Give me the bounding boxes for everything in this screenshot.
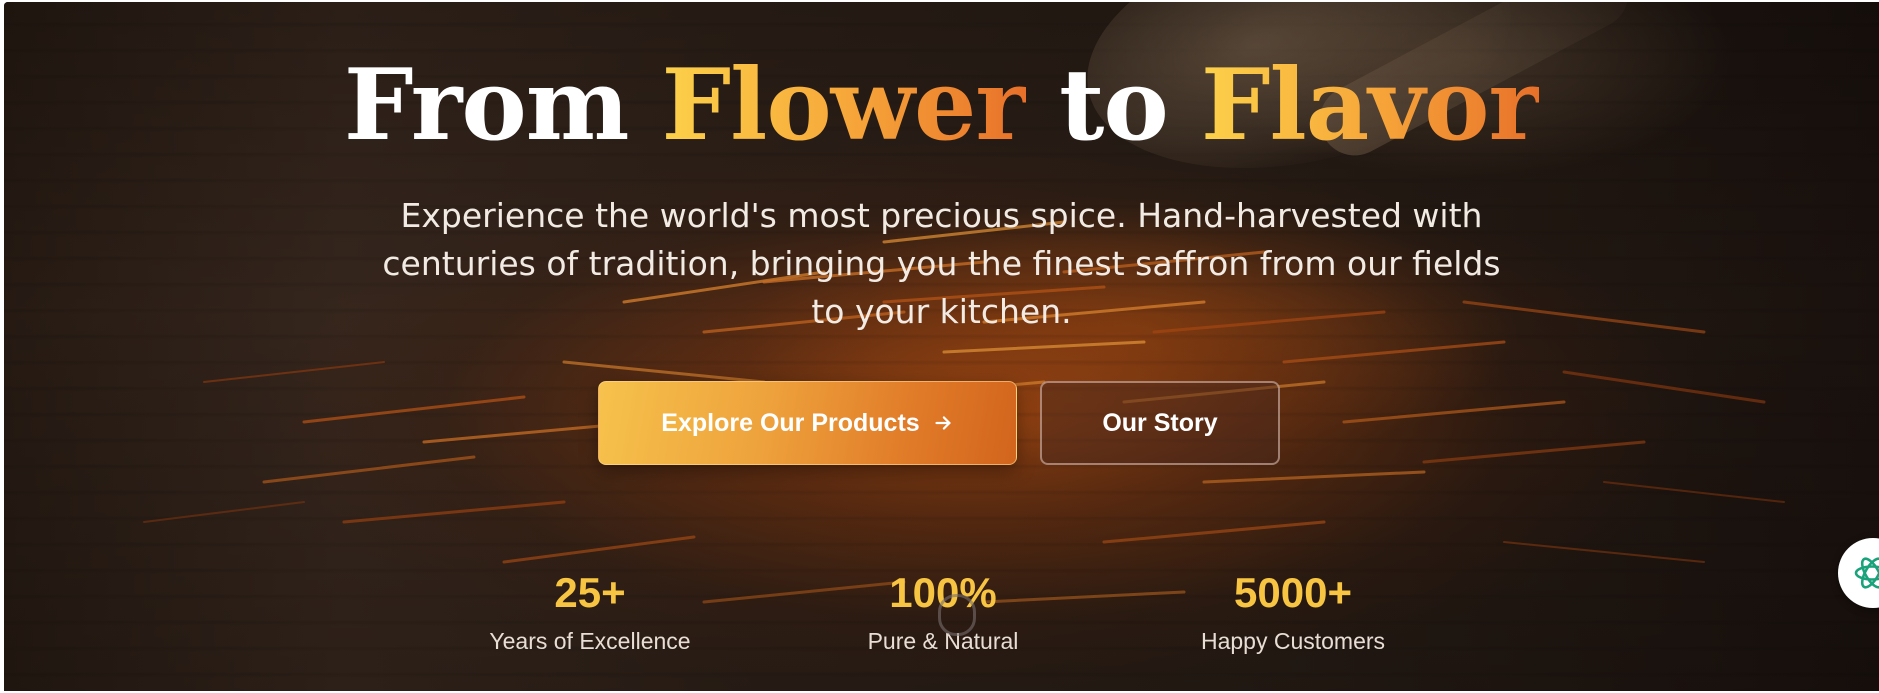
atom-icon — [1854, 557, 1879, 589]
hero-content: From Flower to Flavor Experience the wor… — [4, 2, 1879, 691]
stat-label: Years of Excellence — [489, 628, 691, 654]
stat-customers: 5000+ Happy Customers — [1163, 568, 1423, 656]
stat-label: Happy Customers — [1200, 628, 1386, 654]
headline-part-to: to — [1026, 48, 1201, 163]
hero-section: From Flower to Flavor Experience the wor… — [4, 2, 1879, 691]
arrow-right-icon — [935, 416, 951, 430]
stat-value: 25+ — [554, 569, 626, 616]
headline-part-from: From — [343, 48, 662, 163]
stat-years: 25+ Years of Excellence — [460, 568, 720, 656]
headline-part-flavor: Flavor — [1200, 48, 1540, 163]
our-story-label: Our Story — [1102, 408, 1218, 437]
our-story-button[interactable]: Our Story — [1040, 381, 1280, 465]
explore-products-label: Explore Our Products — [661, 408, 920, 437]
stat-value: 5000+ — [1234, 569, 1352, 616]
hero-subtitle: Experience the world's most precious spi… — [382, 196, 1501, 331]
explore-products-button[interactable]: Explore Our Products — [598, 381, 1017, 465]
headline-part-flower: Flower — [661, 48, 1028, 163]
scroll-indicator — [938, 594, 976, 636]
hero-headline: From Flower to Flavor — [4, 46, 1879, 166]
